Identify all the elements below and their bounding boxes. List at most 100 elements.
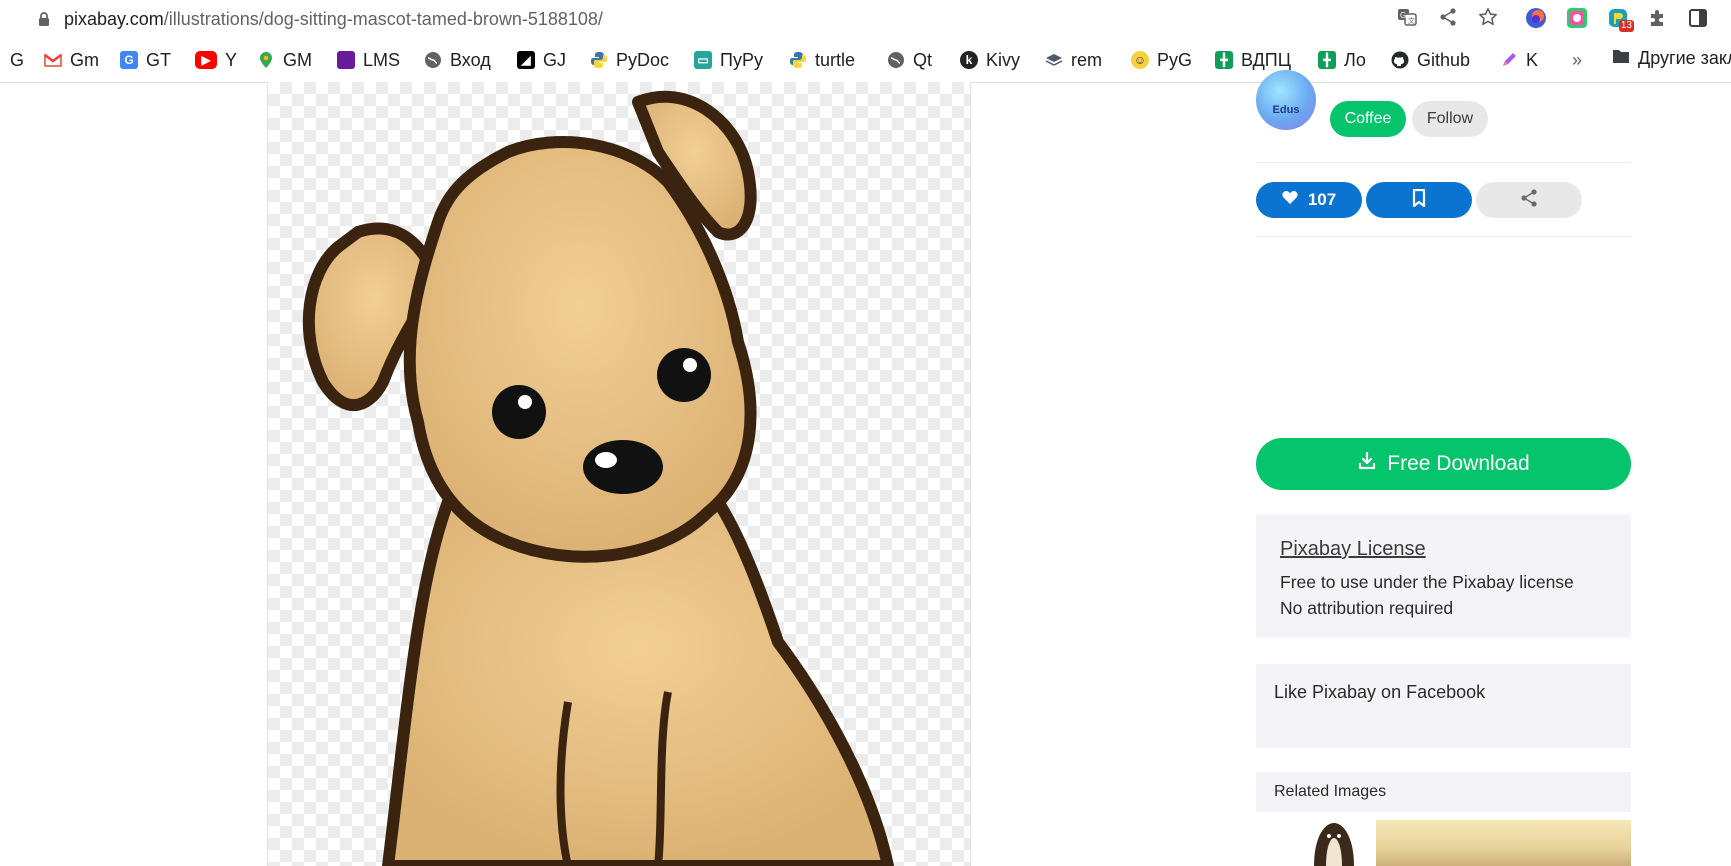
bookmark-label: Qt xyxy=(913,49,933,70)
follow-button[interactable]: Follow xyxy=(1412,101,1488,137)
bookmark-label: G xyxy=(10,49,25,70)
download-label: Free Download xyxy=(1387,452,1530,475)
other-bookmarks-label: Другие закладки xyxy=(1638,48,1731,68)
bookmark-label: GJ xyxy=(543,49,567,70)
url-host: pixabay.com xyxy=(64,9,164,29)
share-icon xyxy=(1519,188,1539,213)
bookmark-pydoc[interactable]: PyDoc xyxy=(590,48,669,72)
url-text[interactable]: pixabay.com/illustrations/dog-sitting-ma… xyxy=(64,9,603,30)
divider xyxy=(1256,236,1631,237)
free-download-button[interactable]: Free Download xyxy=(1256,438,1631,490)
sheets-icon: ╋ xyxy=(1318,51,1336,69)
browser-toolbar: pixabay.com/illustrations/dog-sitting-ma… xyxy=(0,0,1731,83)
bookmark-lms[interactable]: LMS xyxy=(337,48,400,72)
translate-icon[interactable]: G文 xyxy=(1396,6,1418,28)
bookmark-gt[interactable]: G GT xyxy=(120,48,171,72)
google-maps-icon xyxy=(257,51,275,69)
pypy-icon: ▭ xyxy=(694,51,712,69)
bookmark-kivy[interactable]: k Kivy xyxy=(960,48,1020,72)
extension-colorful-icon[interactable] xyxy=(1565,6,1589,30)
lock-icon[interactable] xyxy=(36,11,52,27)
bookmark-label: LMS xyxy=(363,49,401,70)
illustration-preview[interactable] xyxy=(267,82,971,866)
bookmark-icon xyxy=(1412,188,1426,212)
bookmark-pyg[interactable]: ☺ PyG xyxy=(1131,48,1192,72)
divider xyxy=(1256,162,1631,163)
bookmark-label: GT xyxy=(146,49,171,70)
side-panel-icon[interactable] xyxy=(1686,6,1710,30)
bookmark-label: ПуРу xyxy=(720,49,763,70)
like-count: 107 xyxy=(1307,190,1337,209)
share-button[interactable] xyxy=(1476,182,1582,218)
bookmark-pypy[interactable]: ▭ ПуРу xyxy=(694,48,763,72)
download-icon xyxy=(1357,451,1377,477)
python-icon xyxy=(789,51,807,69)
bookmark-vhod[interactable]: Вход xyxy=(424,48,491,72)
extension-badge: 13 xyxy=(1618,20,1634,32)
like-button[interactable]: 107 xyxy=(1256,182,1362,218)
bookmark-rem[interactable]: rem xyxy=(1045,48,1102,72)
bookmark-qt[interactable]: Qt xyxy=(887,48,932,72)
coffee-button[interactable]: Coffee xyxy=(1330,101,1406,137)
facebook-panel: Like Pixabay on Facebook xyxy=(1256,664,1631,748)
bookmark-label: K xyxy=(1526,49,1539,70)
pygame-icon: ☺ xyxy=(1131,51,1149,69)
python-icon xyxy=(590,51,608,69)
bookmark-k[interactable]: K xyxy=(1500,48,1538,72)
bookmark-turtle[interactable]: turtle xyxy=(789,48,855,72)
heart-icon xyxy=(1282,190,1298,210)
github-icon xyxy=(1391,51,1409,69)
bookmark-label: ВДПЦ xyxy=(1241,49,1292,70)
bookmark-g[interactable]: G xyxy=(10,48,24,72)
bookmark-lo[interactable]: ╋ Ло xyxy=(1318,48,1366,72)
bookmark-gj[interactable]: ◢ GJ xyxy=(517,48,566,72)
bookmark-vdpc[interactable]: ╋ ВДПЦ xyxy=(1215,48,1291,72)
bookmark-label: PyG xyxy=(1157,49,1193,70)
address-bar[interactable]: pixabay.com/illustrations/dog-sitting-ma… xyxy=(22,2,1412,36)
bookmarks-overflow-chevron[interactable]: » xyxy=(1572,50,1582,71)
author-avatar[interactable]: Edus xyxy=(1256,70,1316,130)
lms-icon xyxy=(337,51,355,69)
other-bookmarks-folder[interactable]: Другие закладки xyxy=(1612,48,1731,69)
bookmark-label: PyDoc xyxy=(616,49,670,70)
bookmark-label: Вход xyxy=(450,49,491,70)
layers-icon xyxy=(1045,51,1063,69)
related-images-header: Related Images xyxy=(1256,772,1631,812)
google-translate-icon: G xyxy=(120,51,138,69)
firefox-relay-icon[interactable] xyxy=(1524,6,1548,30)
bookmark-label: rem xyxy=(1071,49,1102,70)
extensions-puzzle-icon[interactable] xyxy=(1646,6,1670,30)
license-link[interactable]: Pixabay License xyxy=(1280,538,1426,561)
bookmark-label: Ло xyxy=(1344,49,1366,70)
bookmark-label: Gm xyxy=(70,49,99,70)
extension-badge-icon[interactable]: 13 xyxy=(1606,6,1634,32)
avatar-text: Edus xyxy=(1272,104,1300,116)
bookmark-label: Y xyxy=(225,49,238,70)
related-image-thumbnail[interactable] xyxy=(1376,820,1631,866)
svg-text:文: 文 xyxy=(1408,16,1415,25)
globe-icon xyxy=(424,51,442,69)
related-image-thumbnail[interactable] xyxy=(1304,818,1364,866)
save-to-collection-button[interactable] xyxy=(1366,182,1472,218)
bookmark-youtube[interactable]: ▶ Y xyxy=(195,48,237,72)
bookmark-label: turtle xyxy=(815,49,856,70)
svg-text:G: G xyxy=(1400,11,1406,20)
bookmark-label: GM xyxy=(283,49,312,70)
pen-icon xyxy=(1500,51,1518,69)
bookmark-github[interactable]: Github xyxy=(1391,48,1470,72)
gj-icon: ◢ xyxy=(517,51,535,69)
image-sidebar: Edus Coffee Follow 107 Free Download Pix… xyxy=(1256,70,1631,866)
bookmark-star-icon[interactable] xyxy=(1477,6,1499,28)
share-icon[interactable] xyxy=(1437,6,1459,28)
bookmark-label: Github xyxy=(1417,49,1471,70)
youtube-icon: ▶ xyxy=(195,51,217,69)
attribution-text: No attribution required xyxy=(1280,598,1454,618)
related-images-title: Related Images xyxy=(1274,783,1387,800)
bookmark-gmail[interactable]: Gm xyxy=(44,48,99,72)
kivy-icon: k xyxy=(960,51,978,69)
dog-illustration xyxy=(302,90,894,866)
bookmark-label: Kivy xyxy=(986,49,1021,70)
license-panel: Pixabay License Free to use under the Pi… xyxy=(1256,514,1631,638)
bookmark-gm[interactable]: GM xyxy=(257,48,312,72)
gmail-icon xyxy=(44,51,62,69)
